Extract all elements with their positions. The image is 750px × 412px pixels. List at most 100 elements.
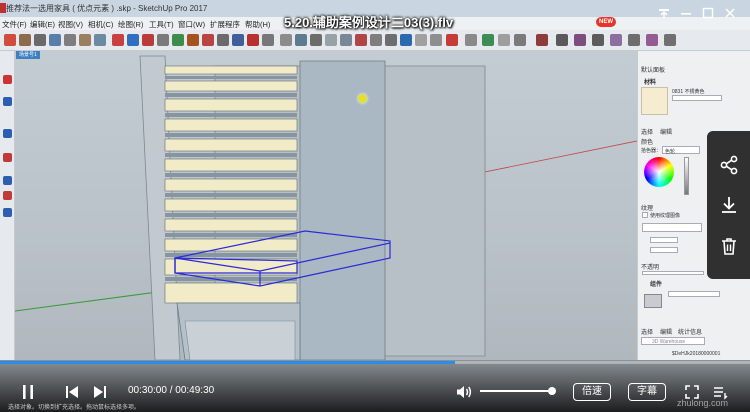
text-tool-icon[interactable] [247, 34, 259, 46]
menu-help[interactable]: 帮助(H) [245, 19, 270, 30]
shaded-style-icon[interactable] [498, 34, 510, 46]
left-tool-icon-6[interactable] [3, 191, 12, 200]
extension-icon-1[interactable] [556, 34, 568, 46]
zoom-extents-icon[interactable] [325, 34, 337, 46]
status-text: 选择对象。切换到扩充选择。拖动鼠标选择多项。 [8, 405, 141, 411]
warehouse-icon[interactable] [536, 34, 548, 46]
front-view-icon[interactable] [370, 34, 382, 46]
left-tool-icon-7[interactable] [3, 208, 12, 217]
picker-select[interactable]: 色轮 [662, 146, 700, 155]
tape-tool-icon[interactable] [232, 34, 244, 46]
material-swatch[interactable] [641, 87, 668, 115]
iso-view-icon[interactable] [340, 34, 352, 46]
comp-tab-stats[interactable]: 统计信息 [678, 327, 702, 336]
materials-header[interactable]: 材料 [644, 77, 656, 86]
sketchup-statusbar: 选择对象。切换到扩充选择。拖动鼠标选择多项。 [0, 399, 750, 412]
eraser-tool-icon[interactable] [19, 34, 31, 46]
hidden-line-style-icon[interactable] [482, 34, 494, 46]
menu-draw[interactable]: 绘图(R) [118, 19, 143, 30]
delete-icon[interactable] [717, 234, 741, 258]
texture-path-field[interactable] [642, 223, 702, 232]
menu-window[interactable]: 窗口(W) [178, 19, 205, 30]
pushpull-tool-icon[interactable] [79, 34, 91, 46]
top-view-icon[interactable] [355, 34, 367, 46]
extension-icon-3[interactable] [592, 34, 604, 46]
sketchup-left-toolbar [0, 51, 15, 360]
xray-style-icon[interactable] [430, 34, 442, 46]
pencil-tool-icon[interactable] [112, 34, 124, 46]
left-tool-icon-5[interactable] [3, 176, 12, 185]
texture-width-field[interactable] [650, 237, 678, 243]
extension-icon-7[interactable] [664, 34, 676, 46]
right-view-icon[interactable] [385, 34, 397, 46]
comp-tab-edit[interactable]: 编辑 [660, 327, 672, 336]
extension-icon-6[interactable] [646, 34, 658, 46]
3d-viewport[interactable] [15, 51, 637, 360]
followme-tool-icon[interactable] [187, 34, 199, 46]
extension-icon-2[interactable] [574, 34, 586, 46]
scene-tab[interactable]: 场景号1 [16, 51, 40, 59]
wireframe-style-icon[interactable] [465, 34, 477, 46]
rotate-tool-icon[interactable] [202, 34, 214, 46]
extension-icon-4[interactable] [610, 34, 622, 46]
opacity-label: 不透明 [641, 265, 660, 271]
minimize-icon[interactable] [678, 6, 694, 22]
menu-extensions[interactable]: 扩展程序 [210, 19, 240, 30]
tab-select[interactable]: 选择 [641, 127, 653, 136]
texture-height-field[interactable] [650, 247, 678, 253]
textured-style-icon[interactable] [514, 34, 526, 46]
use-texture-label[interactable]: 使用纹理图像 [650, 212, 680, 219]
extension-icon-5[interactable] [628, 34, 640, 46]
select-tool-icon[interactable] [4, 34, 16, 46]
left-tool-icon-2[interactable] [3, 97, 12, 106]
paint-bucket-icon[interactable] [446, 34, 458, 46]
tab-edit[interactable]: 编辑 [660, 127, 672, 136]
components-header[interactable]: 组件 [650, 279, 662, 288]
arc-tool-icon[interactable] [49, 34, 61, 46]
color-wheel[interactable] [644, 157, 674, 187]
component-name-field[interactable] [668, 291, 720, 297]
volume-slider-knob[interactable] [547, 387, 556, 395]
volume-slider[interactable] [480, 387, 556, 395]
polygon-tool-icon[interactable] [157, 34, 169, 46]
pin-icon[interactable] [656, 6, 672, 22]
material-name-field[interactable] [672, 95, 722, 101]
progress-bar[interactable] [0, 361, 750, 364]
cabinet-model [15, 55, 637, 360]
freehand-tool-icon[interactable] [127, 34, 139, 46]
move-tool-icon[interactable] [94, 34, 106, 46]
menu-tools[interactable]: 工具(T) [149, 19, 174, 30]
axes-tool-icon[interactable] [262, 34, 274, 46]
menu-camera[interactable]: 相机(C) [88, 19, 113, 30]
menu-edit[interactable]: 编辑(E) [30, 19, 55, 30]
back-view-icon[interactable] [400, 34, 412, 46]
use-texture-checkbox[interactable] [642, 212, 648, 218]
download-icon[interactable] [717, 193, 741, 217]
left-view-icon[interactable] [415, 34, 427, 46]
close-icon[interactable] [722, 6, 738, 22]
brightness-slider[interactable] [684, 157, 689, 195]
video-player[interactable]: 推荐法一选用家具 ( 优点元素 ) .skp - SketchUp Pro 20… [0, 0, 750, 412]
menu-file[interactable]: 文件(F) [2, 19, 27, 30]
component-thumbnail[interactable] [644, 294, 662, 308]
texture-label: 纹理 [641, 206, 654, 212]
comp-tab-select[interactable]: 选择 [641, 327, 653, 336]
orbit-tool-icon[interactable] [280, 34, 292, 46]
zoom-tool-icon[interactable] [310, 34, 322, 46]
picker-value: 色轮 [665, 149, 676, 155]
scale-tool-icon[interactable] [217, 34, 229, 46]
line-tool-icon[interactable] [34, 34, 46, 46]
maximize-icon[interactable] [700, 6, 716, 22]
component-item-1[interactable]: $DeHJk20180000001 [672, 351, 720, 357]
component-search-field[interactable]: 3D Warehouse [641, 337, 705, 345]
circle-tool-icon[interactable] [142, 34, 154, 46]
left-tool-icon-1[interactable] [3, 75, 12, 84]
left-tool-icon-4[interactable] [3, 153, 12, 162]
opacity-slider[interactable] [642, 271, 704, 275]
offset-tool-icon[interactable] [172, 34, 184, 46]
rectangle-tool-icon[interactable] [64, 34, 76, 46]
menu-view[interactable]: 视图(V) [58, 19, 83, 30]
share-icon[interactable] [717, 153, 741, 177]
left-tool-icon-3[interactable] [3, 129, 12, 138]
pan-tool-icon[interactable] [295, 34, 307, 46]
